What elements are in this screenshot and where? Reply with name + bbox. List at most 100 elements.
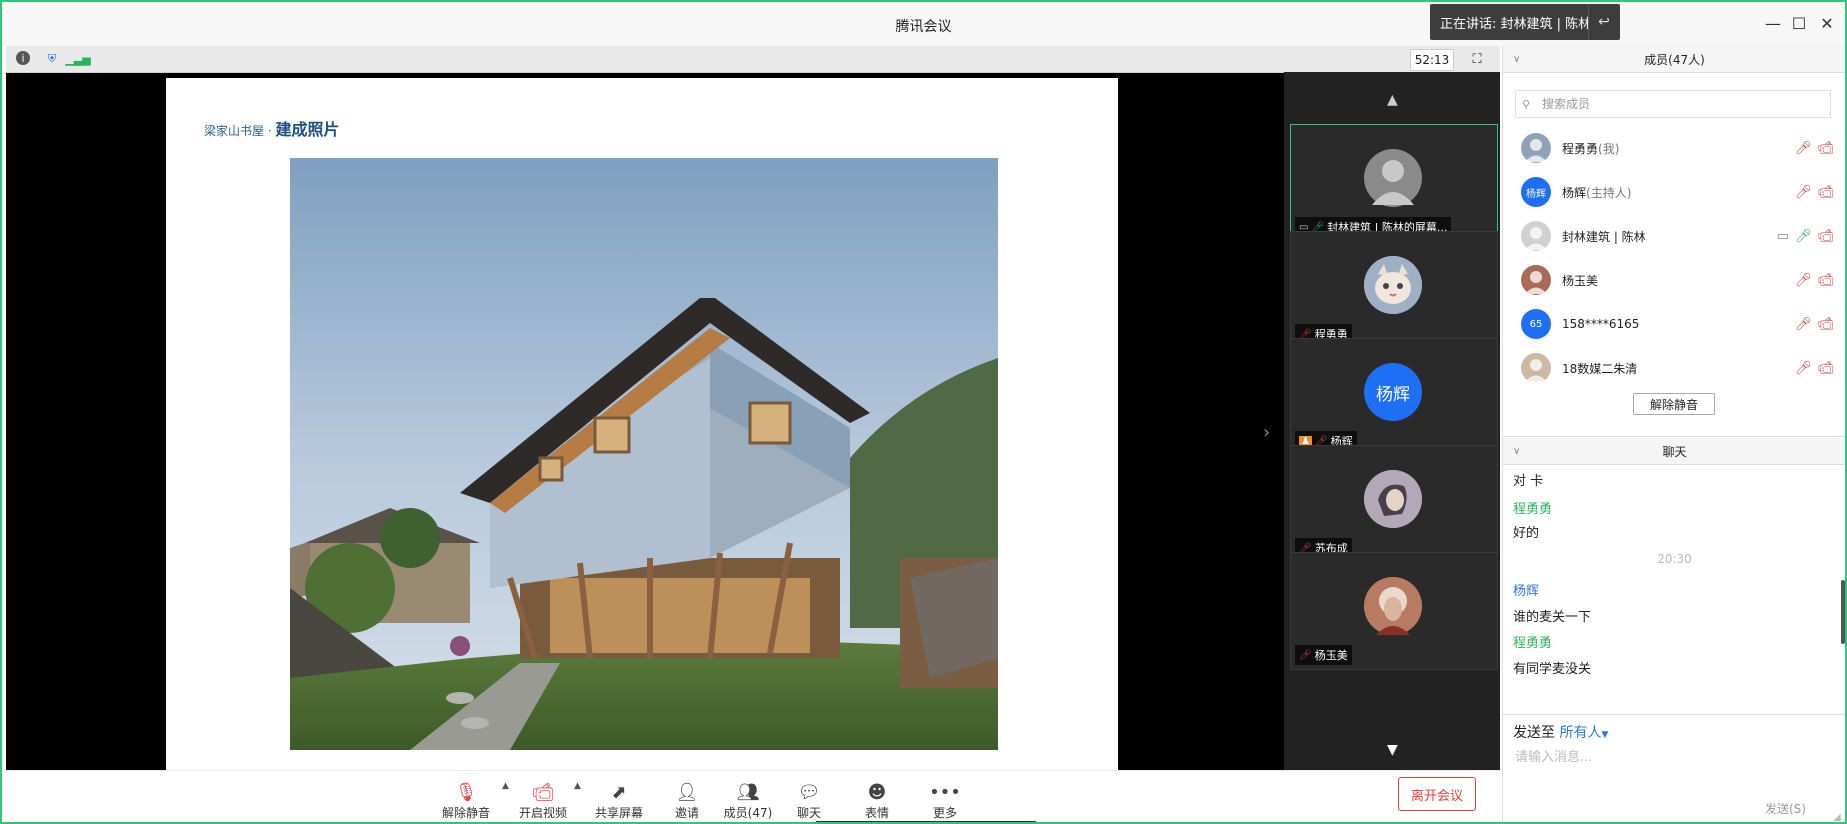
close-button[interactable]: ✕ [1814,14,1840,33]
share-screen-button[interactable]: ⬈ 共享屏幕 [584,775,654,821]
chat-sender: 程勇勇 [1513,636,1553,651]
unmute-button[interactable]: 🎙︎ 解除静音 [431,775,501,821]
camera-off-icon[interactable]: 📹︎ [1817,185,1834,200]
participant-tile[interactable]: 🎤︎ 苏布成 [1290,445,1498,563]
share-label: 共享屏幕 [594,806,643,820]
slide-heading: 梁家山书屋 · 建成照片 [204,116,339,140]
minimize-button[interactable]: — [1760,14,1786,33]
member-status-icons: 🎤︎ 📹︎ [1795,273,1834,288]
meeting-stage: i ⛨ ▁▃▅ 52:13 ⛶ 梁家山书屋 · 建成照片 › ▲ ▭ 🎤︎ 封林… [6,46,1500,770]
member-avatar-image [1521,221,1551,251]
camera-off-icon[interactable]: 📹︎ [1817,361,1834,376]
collapse-chevron-icon[interactable]: ∨ [1513,54,1520,65]
member-search-input[interactable] [1540,96,1824,112]
members-panel-header[interactable]: ∨ 成员(47人) [1503,46,1845,73]
smiley-icon: ☻ [867,781,887,803]
chat-panel-title: 聊天 [1662,444,1687,459]
camera-off-icon[interactable]: 📹︎ [1817,317,1834,332]
meeting-timer: 52:13 [1410,49,1454,71]
chat-sender: 程勇勇 [1513,502,1553,517]
member-row[interactable]: 18数媒二朱清 🎤︎ 📹︎ [1503,346,1845,381]
tile-avatar-portrait-image [1364,470,1422,528]
emoji-button[interactable]: ☻ 表情 [842,775,912,821]
mic-off-icon[interactable]: 🎤︎ [1795,317,1812,332]
member-name-text: 杨辉 [1562,185,1587,200]
participant-tile[interactable]: 🎤︎ 杨玉美 [1290,552,1498,670]
member-row[interactable]: 封林建筑 | 陈林 ▭ 🎤︎ 📹︎ [1503,214,1845,258]
share-screen-icon: ⬈ [611,781,627,803]
members-label: 成员(47) [723,806,773,820]
member-name: 158****6165 [1562,317,1639,331]
participant-tile[interactable]: 🎤︎ 程勇勇 [1290,231,1498,349]
member-status-icons: ▭ 🎤︎ 📹︎ [1777,229,1834,244]
chat-message-text: 对 卡 [1513,474,1544,489]
participant-tile[interactable]: ▭ 🎤︎ 封林建筑 | 陈林的屏幕... [1290,124,1498,242]
member-row[interactable]: 程勇勇(我) 🎤︎ 📹︎ [1503,126,1845,170]
emoji-label: 表情 [864,806,889,820]
send-to-target[interactable]: 所有人 [1559,725,1601,741]
tile-avatar-initials: 杨辉 [1364,363,1422,421]
unmute-label: 解除静音 [441,806,490,820]
mic-off-icon[interactable]: 🎤︎ [1795,141,1812,156]
return-icon[interactable]: ↩ [1588,4,1619,40]
collapse-chevron-icon[interactable]: ∨ [1513,446,1520,457]
more-button[interactable]: ••• 更多 [910,775,980,821]
chat-input[interactable] [1513,744,1837,808]
participant-tile[interactable]: 杨辉 ♟ 🎤︎ 杨辉 [1290,338,1498,456]
member-search[interactable]: ⚲ [1515,90,1831,118]
video-options-caret-icon[interactable]: ▲ [574,781,581,791]
invite-label: 邀请 [674,806,699,820]
search-icon: ⚲ [1522,97,1531,111]
panel-divider [1503,436,1845,437]
mic-off-icon[interactable]: 🎤︎ [1795,361,1812,376]
signal-strength-icon[interactable]: ▁▃▅ [65,51,90,67]
resize-grip-icon[interactable]: ◢ [1833,812,1841,822]
send-button[interactable]: 发送(S) [1765,800,1806,817]
camera-off-icon[interactable]: 📹︎ [1817,141,1834,156]
member-status-icons: 🎤︎ 📹︎ [1795,317,1834,332]
mic-off-icon[interactable]: 🎤︎ [1795,185,1812,200]
dropdown-caret-icon[interactable]: ▼ [1601,730,1608,740]
meeting-toolbar: 🎙︎ 解除静音 ▲ 📹︎ 开启视频 ▲ ⬈ 共享屏幕 👤︎ 邀请 👥︎ 成员(4… [6,770,1500,822]
chat-panel-header[interactable]: ∨ 聊天 [1503,438,1845,465]
maximize-button[interactable]: ☐ [1786,14,1812,33]
member-avatar-initials: 杨辉 [1521,177,1551,207]
speaking-text: 正在讲话: 封林建筑 | 陈林; [1440,16,1588,32]
member-name-text: 18数媒二朱清 [1562,361,1638,376]
scroll-down-icon[interactable]: ▼ [1387,742,1398,758]
mic-on-icon[interactable]: 🎤︎ [1795,229,1812,244]
security-shield-icon[interactable]: ⛨ [44,51,60,67]
chat-scrollbar[interactable] [1841,580,1845,644]
chat-bubble-icon: 💬︎ [797,781,821,803]
member-role: (我) [1598,141,1620,156]
leave-meeting-button[interactable]: 离开会议 [1398,777,1476,811]
mic-off-icon[interactable]: 🎤︎ [1795,273,1812,288]
members-icon: 👥︎ [736,781,760,803]
chat-button[interactable]: 💬︎ 聊天 [774,775,844,821]
collapse-tiles-chevron-icon[interactable]: › [1263,422,1270,443]
unmute-all-button[interactable]: 解除静音 [1633,393,1715,415]
member-avatar-initials: 65 [1521,309,1551,339]
side-panel: ∨ 成员(47人) ⚲ 程勇勇(我)🎤︎📹︎杨辉杨辉(主持人)🎤︎📹︎封林建筑 … [1502,46,1845,822]
send-to-selector[interactable]: 发送至 所有人▼ [1513,722,1608,742]
video-label: 开启视频 [518,806,567,820]
camera-off-icon[interactable]: 📹︎ [1817,273,1834,288]
member-row[interactable]: 杨辉 杨辉(主持人) 🎤︎ 📹︎ [1503,170,1845,214]
start-video-button[interactable]: 📹︎ 开启视频 [508,775,578,821]
fullscreen-icon[interactable]: ⛶ [1468,50,1486,68]
speaking-indicator[interactable]: 正在讲话: 封林建筑 | 陈林; ↩ [1430,4,1620,40]
members-button[interactable]: 👥︎ 成员(47) [713,775,783,821]
shared-screen-slide: 梁家山书屋 · 建成照片 [166,78,1118,770]
info-icon[interactable]: i [16,51,30,65]
member-name: 18数媒二朱清 [1562,360,1637,377]
member-row[interactable]: 杨玉美 🎤︎ 📹︎ [1503,258,1845,302]
camera-off-icon[interactable]: 📹︎ [1817,229,1834,244]
members-panel-title: 成员(47人) [1644,52,1705,67]
member-row[interactable]: 65 158****6165 🎤︎ 📹︎ [1503,302,1845,346]
chat-timestamp: 20:30 [1657,552,1692,566]
chat-message-text: 有同学麦没关 [1513,662,1592,677]
scroll-up-icon[interactable]: ▲ [1387,92,1398,108]
invite-button[interactable]: 👤︎ 邀请 [652,775,722,821]
send-to-label: 发送至 [1513,725,1555,741]
mic-off-icon: 🎤︎ [1299,649,1312,661]
